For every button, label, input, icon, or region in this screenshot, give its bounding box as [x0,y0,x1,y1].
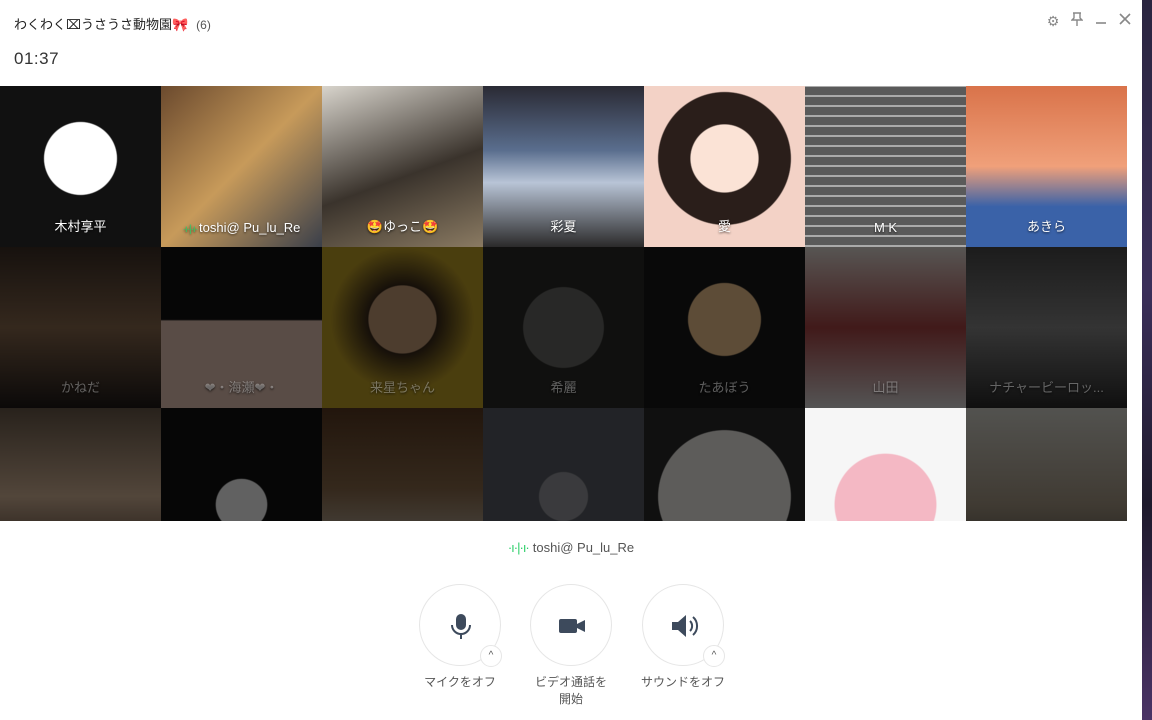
participant-name-text: toshi@ Pu_lu_Re [199,220,301,235]
title-bar: わくわく⌧うさうさ動物園🎀 (6) ⚙ [0,0,1142,44]
participant-name-text: 木村享平 [54,219,107,234]
participant-name-text: 来星ちゃん [369,380,435,395]
sound-options-chevron-icon[interactable]: ^ [703,645,725,667]
video-camera-icon [559,619,585,633]
participant-name: M K [805,220,966,235]
participant-name: あきら [966,216,1127,235]
minimize-icon[interactable] [1094,12,1108,30]
participant-tile[interactable]: M K [805,86,966,247]
participant-tile[interactable] [805,408,966,521]
background-edge [1142,0,1152,720]
sound-label: サウンドをオフ [640,675,725,689]
participant-name: かねだ [0,377,161,396]
participant-tile[interactable]: 山田 [805,247,966,408]
participant-name: ·ı·|·ı· toshi@ Pu_lu_Re [161,220,322,235]
participant-name: 彩夏 [483,216,644,235]
participant-tile[interactable]: ナチャービーロッ... [966,247,1127,408]
active-speaker-name: toshi@ Pu_lu_Re [532,540,635,555]
speaking-wave-icon: ·ı·|·ı· [182,224,199,235]
participant-avatar [644,408,805,521]
participant-avatar [966,408,1127,521]
participant-name: 山田 [805,377,966,396]
participant-tile[interactable]: ·ı·|·ı· toshi@ Pu_lu_Re [161,86,322,247]
mic-control: ^ マイクをオフ [405,584,515,691]
participant-name-text: 山田 [872,380,899,395]
close-icon[interactable] [1118,12,1132,30]
window-title: わくわく⌧うさうさ動物園🎀 (6) [14,14,211,33]
participant-name: ❤・海瀬❤・ [161,377,322,396]
video-button[interactable] [530,584,612,666]
microphone-icon [451,614,471,639]
participant-tile[interactable] [322,408,483,521]
participant-tile[interactable] [644,408,805,521]
participant-tile[interactable]: たあぼう [644,247,805,408]
participant-name-text: かねだ [60,380,100,395]
participant-name: 来星ちゃん [322,377,483,396]
mic-options-chevron-icon[interactable]: ^ [480,645,502,667]
video-control: ビデオ通話を開始 [516,584,626,708]
participant-tile[interactable]: 木村享平 [0,86,161,247]
participant-name-text: 希麗 [550,380,577,395]
participant-name: 希麗 [483,377,644,396]
participant-name: 愛 [644,216,805,235]
video-label-text: ビデオ通話を開始 [535,675,608,706]
participant-name: ナチャービーロッ... [966,377,1127,396]
participant-tile[interactable] [161,408,322,521]
participant-avatar [322,408,483,521]
audio-wave-icon: ·ı·|·ı· [507,540,530,555]
call-timer: 01:37 [14,49,60,68]
participant-tile[interactable]: かねだ [0,247,161,408]
active-speaker-indicator: ·ı·|·ı· toshi@ Pu_lu_Re [0,540,1142,555]
participant-tile[interactable]: ❤・海瀬❤・ [161,247,322,408]
participant-name-text: ナチャービーロッ... [989,380,1104,395]
participant-name-text: あきら [1026,219,1066,234]
participant-name: たあぼう [644,377,805,396]
mic-label: マイクをオフ [424,675,496,689]
participant-tile[interactable]: 愛 [644,86,805,247]
group-name: わくわく⌧うさうさ動物園🎀 [14,17,189,32]
pin-icon[interactable] [1070,12,1084,30]
participant-avatar [161,408,322,521]
participant-name-text: 彩夏 [550,219,577,234]
participant-name-text: 愛 [717,219,731,234]
participant-name-text: M K [873,220,898,235]
sound-button[interactable]: ^ [642,584,725,667]
participant-tile[interactable]: あきら [966,86,1127,247]
participant-name-text: たあぼう [698,380,751,395]
participant-count: (6) [196,18,211,32]
participant-name-text: ❤・海瀬❤・ [204,380,279,395]
participant-tile[interactable] [0,408,161,521]
participant-avatar [805,408,966,521]
participant-tile[interactable] [483,408,644,521]
gear-icon[interactable]: ⚙ [1046,12,1060,30]
participant-tile[interactable] [966,408,1127,521]
participant-tile[interactable]: 🤩ゆっこ🤩 [322,86,483,247]
participant-tile[interactable]: 彩夏 [483,86,644,247]
mic-button[interactable]: ^ [419,584,502,667]
participant-name: 🤩ゆっこ🤩 [322,216,483,235]
video-label: ビデオ通話を開始 [516,674,626,708]
participant-avatar [483,408,644,521]
speaker-icon [672,615,699,637]
sound-control: ^ サウンドをオフ [628,584,738,691]
participant-tile[interactable]: 来星ちゃん [322,247,483,408]
participant-name-text: 🤩ゆっこ🤩 [366,219,439,234]
participant-grid: 木村享平 ·ı·|·ı· toshi@ Pu_lu_Re 🤩ゆっこ🤩 彩夏 愛 M K あきら… [0,86,1127,521]
call-window: わくわく⌧うさうさ動物園🎀 (6) ⚙ 01:37 木村享平 ·ı·|·ı· tosh… [0,0,1142,720]
participant-avatar [0,408,161,521]
participant-tile[interactable]: 希麗 [483,247,644,408]
participant-name: 木村享平 [0,216,161,235]
